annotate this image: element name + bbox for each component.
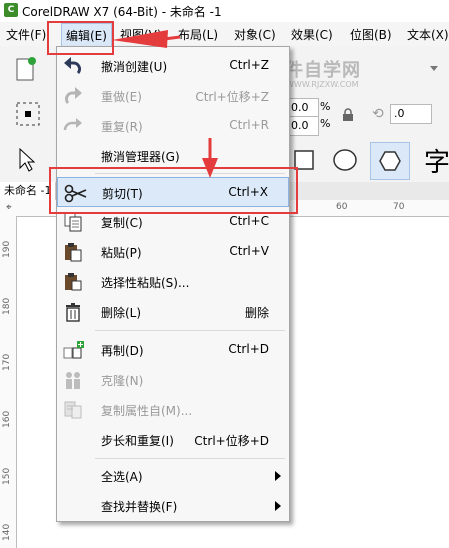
annotation-arrow-down xyxy=(202,158,218,178)
annotation-arrow-tail xyxy=(163,35,181,41)
annotation-arrow-left xyxy=(112,30,168,48)
annotation-arrows xyxy=(112,30,218,178)
